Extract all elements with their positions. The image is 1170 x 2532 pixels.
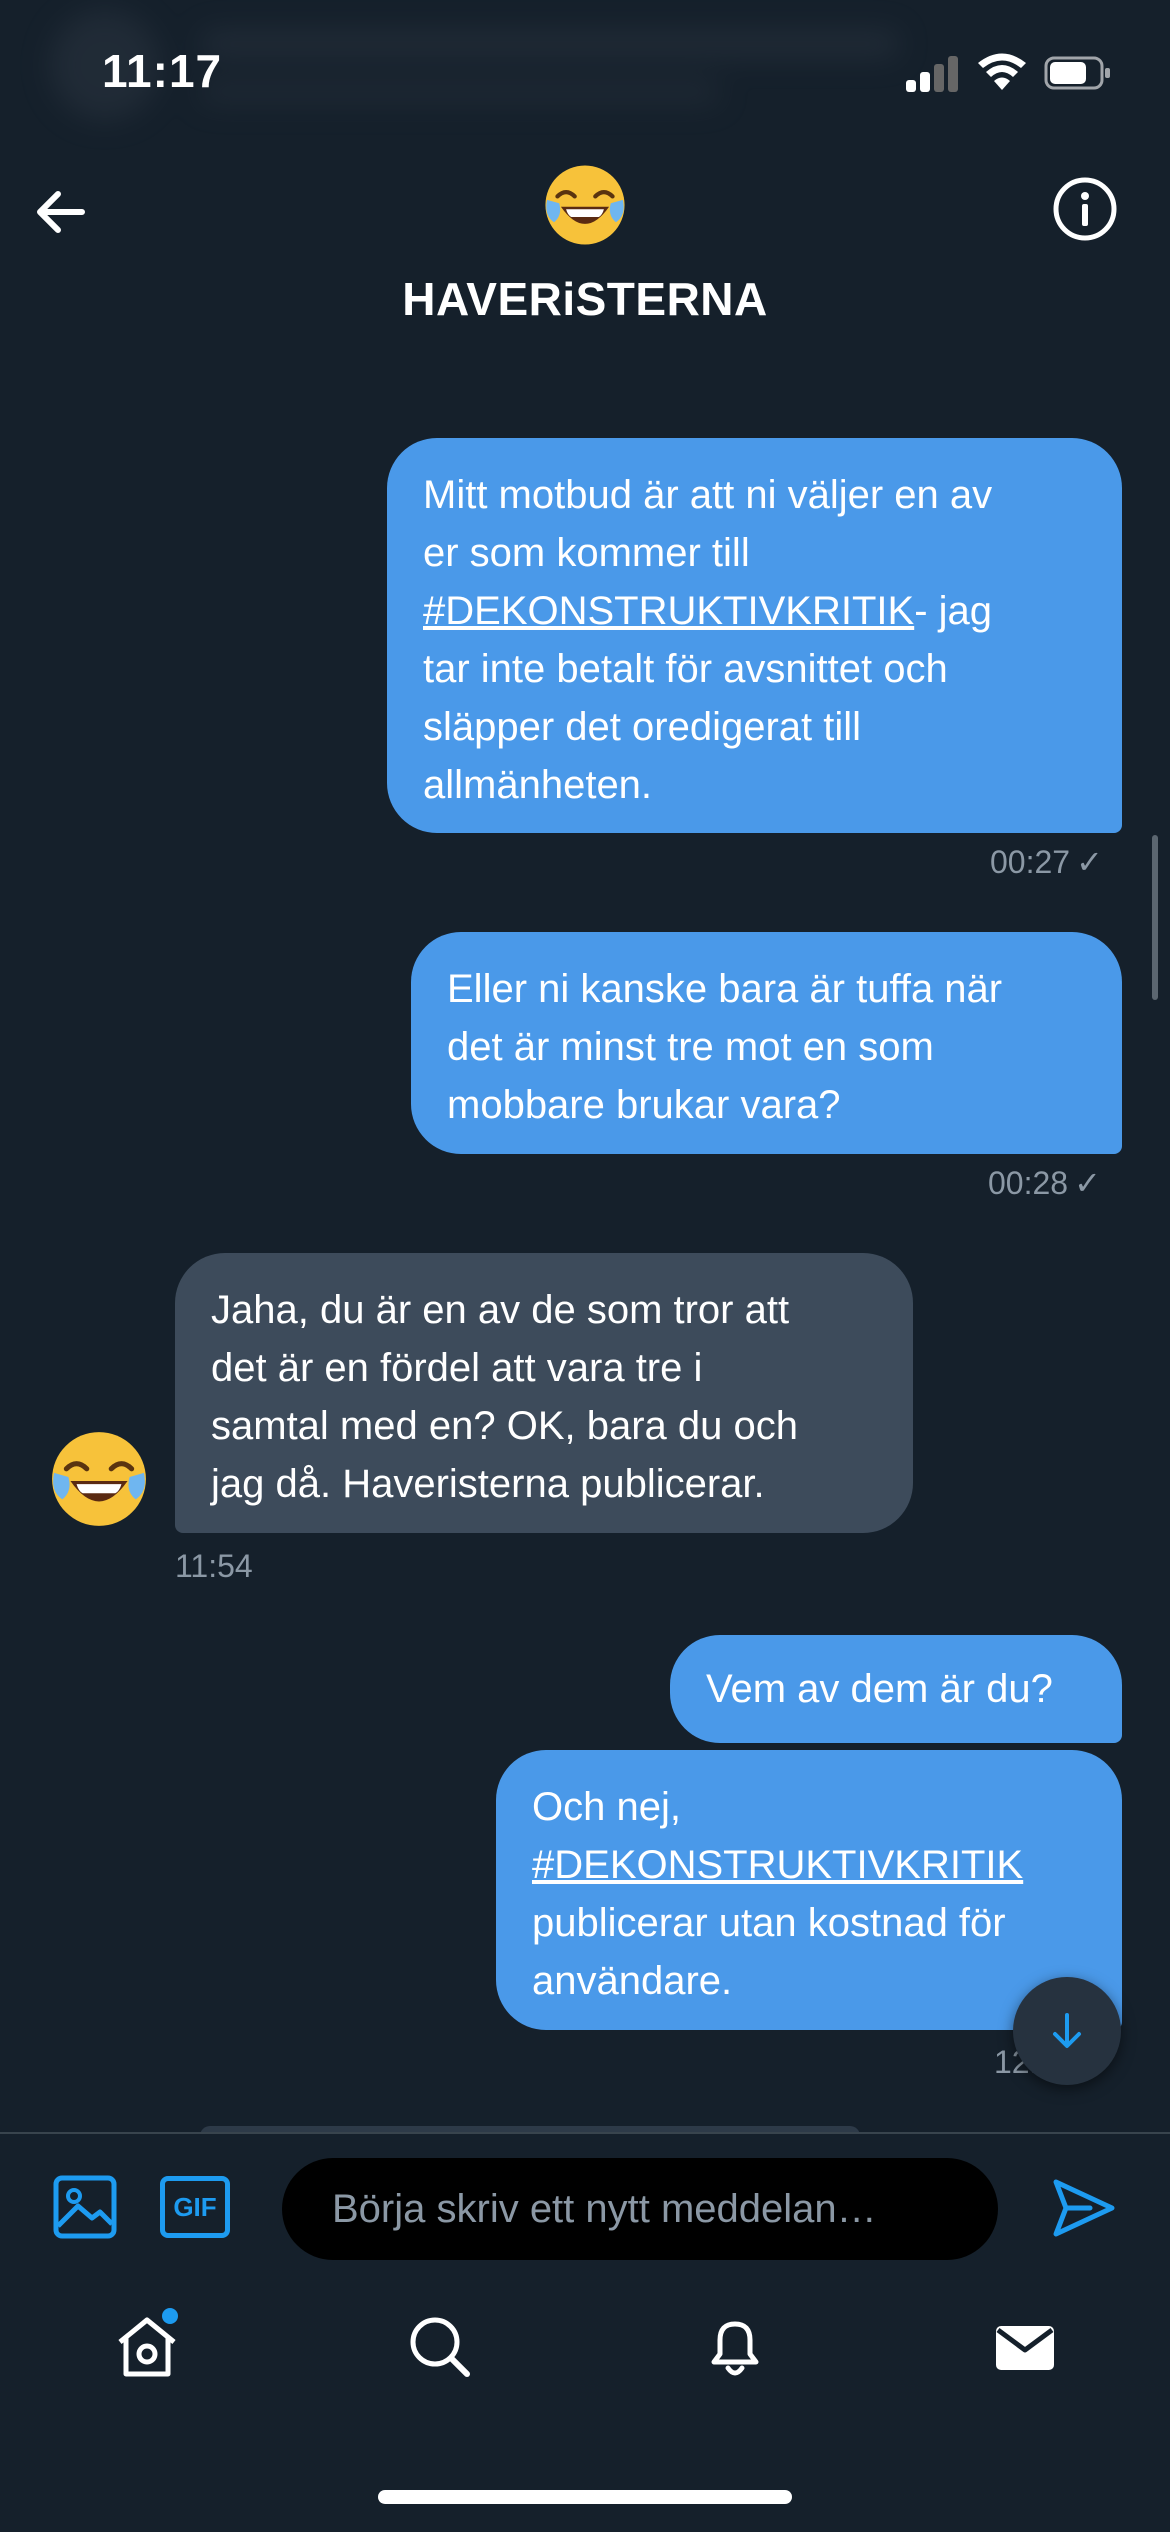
home-indicator <box>378 2490 792 2504</box>
status-time: 11:17 <box>102 45 223 97</box>
outgoing-message-bubble[interactable]: Eller ni kanske bara är tuffa när det är… <box>411 932 1122 1154</box>
home-notification-dot <box>162 2308 178 2324</box>
message-line: det är minst tre mot en som <box>447 1025 934 1069</box>
message-line: publicerar utan kostnad för <box>532 1901 1006 1945</box>
message-input[interactable] <box>282 2158 998 2260</box>
message-line: Vem av dem är du? <box>706 1667 1053 1711</box>
message-line: mobbare brukar vara? <box>447 1083 841 1127</box>
hashtag-link[interactable]: #DEKONSTRUKTIVKRITIK <box>423 589 914 633</box>
message-line: #DEKONSTRUKTIVKRITIK <box>532 1836 1086 1894</box>
message-line: Mitt motbud är att ni väljer en av <box>423 473 993 517</box>
messages-icon[interactable] <box>990 2312 1060 2382</box>
outgoing-message-bubble[interactable]: Vem av dem är du? <box>670 1635 1122 1743</box>
group-avatar-laughing-emoji-icon[interactable] <box>542 162 628 248</box>
message-timestamp: 00:27 ✓ <box>990 843 1103 881</box>
info-icon[interactable] <box>1052 176 1118 242</box>
message-line: släpper det oredigerat till <box>423 705 862 749</box>
message-timestamp: 11:54 <box>175 1548 253 1584</box>
sender-avatar-laughing-emoji-icon[interactable] <box>48 1428 150 1530</box>
outgoing-message-bubble[interactable]: Och nej, #DEKONSTRUKTIVKRITIK publicerar… <box>496 1750 1122 2030</box>
cellular-signal-icon <box>906 56 960 92</box>
conversation-header: HAVERiSTERNA <box>0 150 1170 350</box>
message-timestamp: 00:28 ✓ <box>988 1164 1101 1202</box>
message-line: jag då. Haveristerna publicerar. <box>211 1462 765 1506</box>
message-line: er som kommer till <box>423 531 750 575</box>
message-line: Jaha, du är en av de som tror att <box>211 1288 790 1332</box>
message-line: Och nej, <box>532 1785 681 1829</box>
status-bar: 11:17 <box>0 0 1170 140</box>
scroll-to-bottom-button[interactable] <box>1013 1977 1121 2085</box>
notifications-icon[interactable] <box>700 2312 770 2382</box>
message-line: det är en fördel att vara tre i <box>211 1346 703 1390</box>
gif-button[interactable]: GIF <box>160 2176 230 2238</box>
send-icon[interactable] <box>1050 2174 1118 2242</box>
message-text: - jag <box>914 589 993 633</box>
message-line: #DEKONSTRUKTIVKRITIK- jag <box>423 582 1086 640</box>
message-line: samtal med en? OK, bara du och <box>211 1404 798 1448</box>
sent-check-icon: ✓ <box>1076 844 1103 880</box>
message-line: allmänheten. <box>423 763 653 807</box>
message-line: Eller ni kanske bara är tuffa när <box>447 967 1003 1011</box>
image-icon[interactable] <box>52 2174 118 2240</box>
battery-icon <box>1044 56 1110 90</box>
timestamp-text: 00:28 <box>988 1165 1069 1201</box>
arrow-left-icon[interactable] <box>30 180 94 244</box>
arrow-down-icon <box>1053 2013 1081 2048</box>
timestamp-text: 00:27 <box>990 844 1071 880</box>
scrollbar-thumb[interactable] <box>1152 835 1158 1000</box>
conversation-title[interactable]: HAVERiSTERNA <box>0 272 1170 326</box>
wifi-icon <box>978 53 1026 90</box>
outgoing-message-bubble[interactable]: Mitt motbud är att ni väljer en av er so… <box>387 438 1122 833</box>
search-icon[interactable] <box>405 2312 475 2382</box>
hashtag-link[interactable]: #DEKONSTRUKTIVKRITIK <box>532 1843 1023 1887</box>
dm-conversation-screen: 11:17 HAVERiSTERNA Mitt motbud är att ni… <box>0 0 1170 2532</box>
sent-check-icon: ✓ <box>1074 1165 1101 1201</box>
message-composer: GIF <box>0 2132 1170 2282</box>
incoming-message-bubble[interactable]: Jaha, du är en av de som tror att det är… <box>175 1253 913 1533</box>
message-line: tar inte betalt för avsnittet och <box>423 647 948 691</box>
message-line: användare. <box>532 1959 733 2003</box>
